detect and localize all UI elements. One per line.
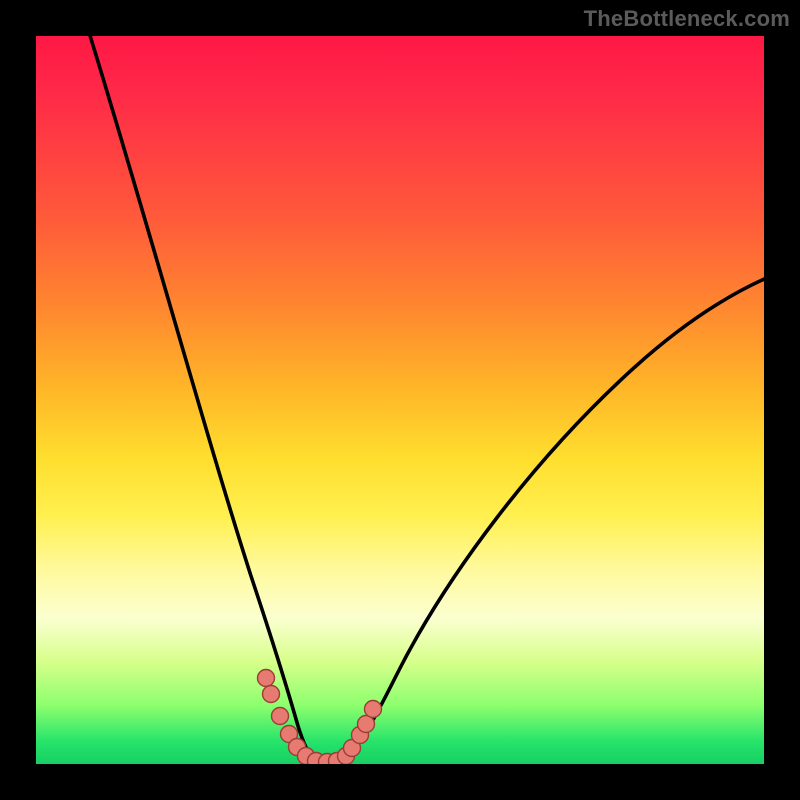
curve-marker — [258, 670, 275, 687]
curve-marker — [272, 708, 289, 725]
curve-left-branch — [84, 36, 315, 760]
curve-right-branch — [344, 274, 764, 760]
watermark-text: TheBottleneck.com — [584, 6, 790, 32]
chart-frame: TheBottleneck.com — [0, 0, 800, 800]
curve-marker-group — [258, 670, 382, 765]
plot-area — [36, 36, 764, 764]
curve-marker — [263, 686, 280, 703]
curve-marker — [365, 701, 382, 718]
bottleneck-curve — [36, 36, 764, 764]
